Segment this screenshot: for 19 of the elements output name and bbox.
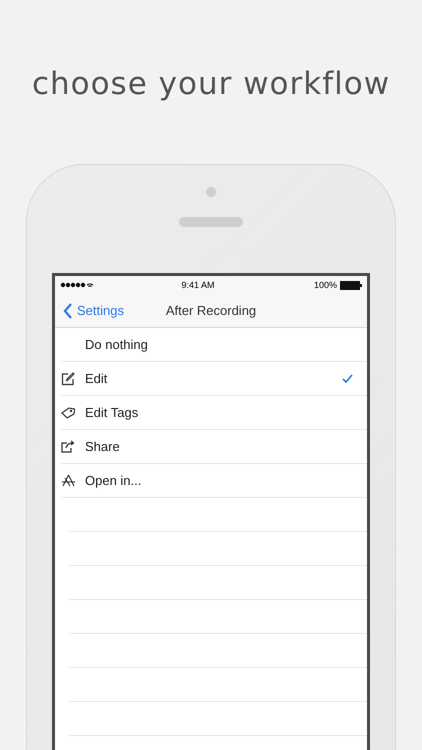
option-row[interactable]: Edit Tags [61, 396, 367, 430]
option-row[interactable]: Edit [61, 362, 367, 396]
back-chevron-icon [63, 302, 73, 318]
pencil-icon [61, 372, 75, 386]
option-row[interactable]: Do nothing [61, 328, 367, 362]
back-button[interactable]: Settings [55, 302, 124, 318]
speaker-icon [179, 217, 243, 227]
tag-icon [61, 406, 75, 418]
camera-icon [206, 187, 216, 197]
app-store-icon [61, 474, 76, 487]
headline: choose your workflow [32, 65, 390, 104]
battery-icon [340, 280, 362, 290]
battery-percent: 100% [314, 280, 337, 290]
share-icon [61, 440, 75, 453]
nav-title: After Recording [166, 303, 256, 318]
option-row[interactable]: Open in... [61, 464, 367, 498]
status-time: 9:41 AM [181, 280, 214, 290]
signal-icon [60, 281, 94, 289]
option-row[interactable]: Share [61, 430, 367, 464]
